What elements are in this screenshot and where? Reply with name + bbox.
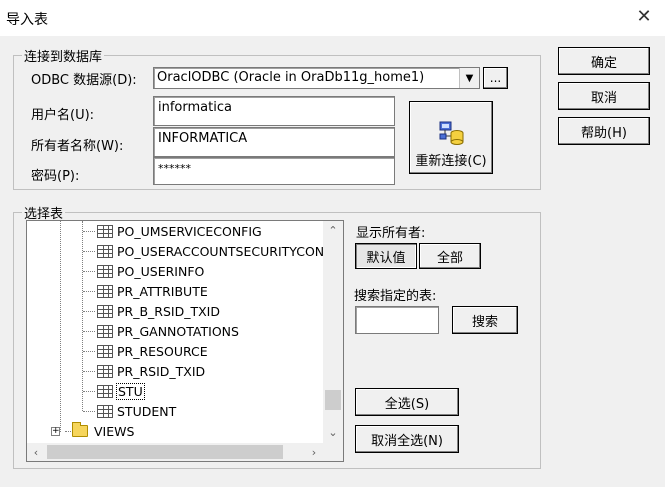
tree-item-label: PO_USERINFO — [117, 263, 205, 279]
tree-folder-views[interactable]: + VIEWS — [51, 421, 134, 441]
tree-vertical-scrollbar[interactable]: ⌃ ⌄ — [323, 221, 343, 443]
close-icon[interactable]: ✕ — [632, 6, 656, 28]
search-button[interactable]: 搜索 — [452, 306, 518, 334]
odbc-combobox[interactable]: OraclODBC (Oracle in OraDb11g_home1) ▼ — [153, 67, 480, 89]
all-owners-button[interactable]: 全部 — [419, 243, 481, 269]
show-owner-label: 显示所有者: — [356, 226, 426, 241]
owner-label: 所有者名称(W): — [31, 139, 124, 154]
tree-item[interactable]: PR_GANNOTATIONS — [83, 321, 239, 341]
user-label: 用户名(U): — [31, 108, 95, 123]
tree-horizontal-scrollbar[interactable]: ‹ › — [27, 443, 323, 461]
reconnect-label: 重新连接(C) — [415, 154, 487, 169]
table-icon — [97, 224, 113, 238]
odbc-value: OraclODBC (Oracle in OraDb11g_home1) — [157, 70, 425, 85]
table-icon — [97, 344, 113, 358]
tree-connector — [82, 221, 83, 411]
default-owner-button[interactable]: 默认值 — [355, 243, 417, 269]
scroll-down-icon[interactable]: ⌄ — [323, 423, 343, 441]
password-label: 密码(P): — [31, 169, 80, 184]
deselect-all-button[interactable]: 取消全选(N) — [355, 425, 459, 453]
tree-connector — [65, 431, 71, 432]
title-bar — [0, 0, 665, 36]
tree-item-label: PO_USERACCOUNTSECURITYCON — [117, 243, 325, 259]
cancel-button[interactable]: 取消 — [558, 82, 650, 110]
password-input[interactable]: ****** — [153, 157, 395, 185]
tree-connector — [83, 271, 95, 272]
tree-item[interactable]: PR_RESOURCE — [83, 341, 208, 361]
reconnect-button[interactable]: 重新连接(C) — [409, 101, 493, 174]
tree-item-label: PR_RESOURCE — [117, 343, 208, 359]
table-icon — [97, 384, 113, 398]
tree-item[interactable]: PO_USERINFO — [83, 261, 205, 281]
table-icon — [97, 364, 113, 378]
ok-button[interactable]: 确定 — [558, 47, 650, 75]
tree-item[interactable]: PO_USERACCOUNTSECURITYCON — [83, 241, 325, 261]
tree-connector — [83, 351, 95, 352]
connect-group-legend: 连接到数据库 — [24, 50, 103, 65]
tree-connector — [83, 371, 95, 372]
scroll-corner — [323, 443, 343, 461]
table-icon — [97, 304, 113, 318]
tree-connector — [83, 291, 95, 292]
scroll-thumb[interactable] — [325, 389, 341, 410]
expand-icon[interactable]: + — [51, 426, 60, 436]
table-icon — [97, 264, 113, 278]
horizontal-scroll-thumb[interactable] — [47, 445, 283, 459]
tree-item-label: STUDENT — [117, 403, 177, 419]
tree-folder-label: VIEWS — [94, 423, 135, 439]
table-icon — [97, 404, 113, 418]
tree-item-label: PO_UMSERVICECONFIG — [117, 223, 262, 239]
browse-button[interactable]: ... — [483, 67, 508, 89]
tree-item-label: STU — [116, 382, 145, 400]
table-icon — [97, 324, 113, 338]
tree-connector — [83, 391, 95, 392]
folder-icon — [72, 422, 88, 437]
tree-item[interactable]: PO_UMSERVICECONFIG — [83, 221, 262, 241]
tree-item-label: PR_RSID_TXID — [117, 363, 206, 379]
table-icon — [97, 284, 113, 298]
tree-item-label: PR_ATTRIBUTE — [117, 283, 208, 299]
search-label: 搜索指定的表: — [354, 289, 437, 304]
scroll-left-icon[interactable]: ‹ — [27, 443, 45, 461]
tree-connector — [60, 221, 61, 432]
scroll-up-icon[interactable]: ⌃ — [323, 221, 343, 239]
tree-item[interactable]: STUDENT — [83, 401, 177, 421]
tree-item-label: PR_B_RSID_TXID — [117, 303, 220, 319]
select-all-button[interactable]: 全选(S) — [355, 388, 459, 416]
tree-connector — [83, 331, 95, 332]
owner-input[interactable]: INFORMATICA — [153, 127, 395, 157]
tree-connector — [83, 231, 95, 232]
user-input[interactable]: informatica — [153, 96, 395, 126]
tree-connector — [83, 251, 95, 252]
tree-item[interactable]: PR_B_RSID_TXID — [83, 301, 220, 321]
tree-connector — [83, 311, 95, 312]
tree-connector — [83, 411, 95, 412]
window-title: 导入表 — [6, 12, 48, 28]
tree-item[interactable]: PR_ATTRIBUTE — [83, 281, 208, 301]
scroll-right-icon[interactable]: › — [305, 443, 323, 461]
search-input[interactable] — [355, 306, 439, 334]
odbc-label: ODBC 数据源(D): — [31, 73, 137, 88]
table-icon — [97, 244, 113, 258]
help-button[interactable]: 帮助(H) — [558, 117, 650, 145]
tree-item[interactable]: PR_RSID_TXID — [83, 361, 206, 381]
chevron-down-icon[interactable]: ▼ — [459, 68, 479, 88]
tree-item[interactable]: STU — [83, 381, 145, 401]
database-connect-icon — [439, 121, 464, 145]
tree-item-label: PR_GANNOTATIONS — [117, 323, 239, 339]
table-tree[interactable]: PO_UMSERVICECONFIG PO_USERACCOUNTSECURITY… — [26, 220, 344, 462]
